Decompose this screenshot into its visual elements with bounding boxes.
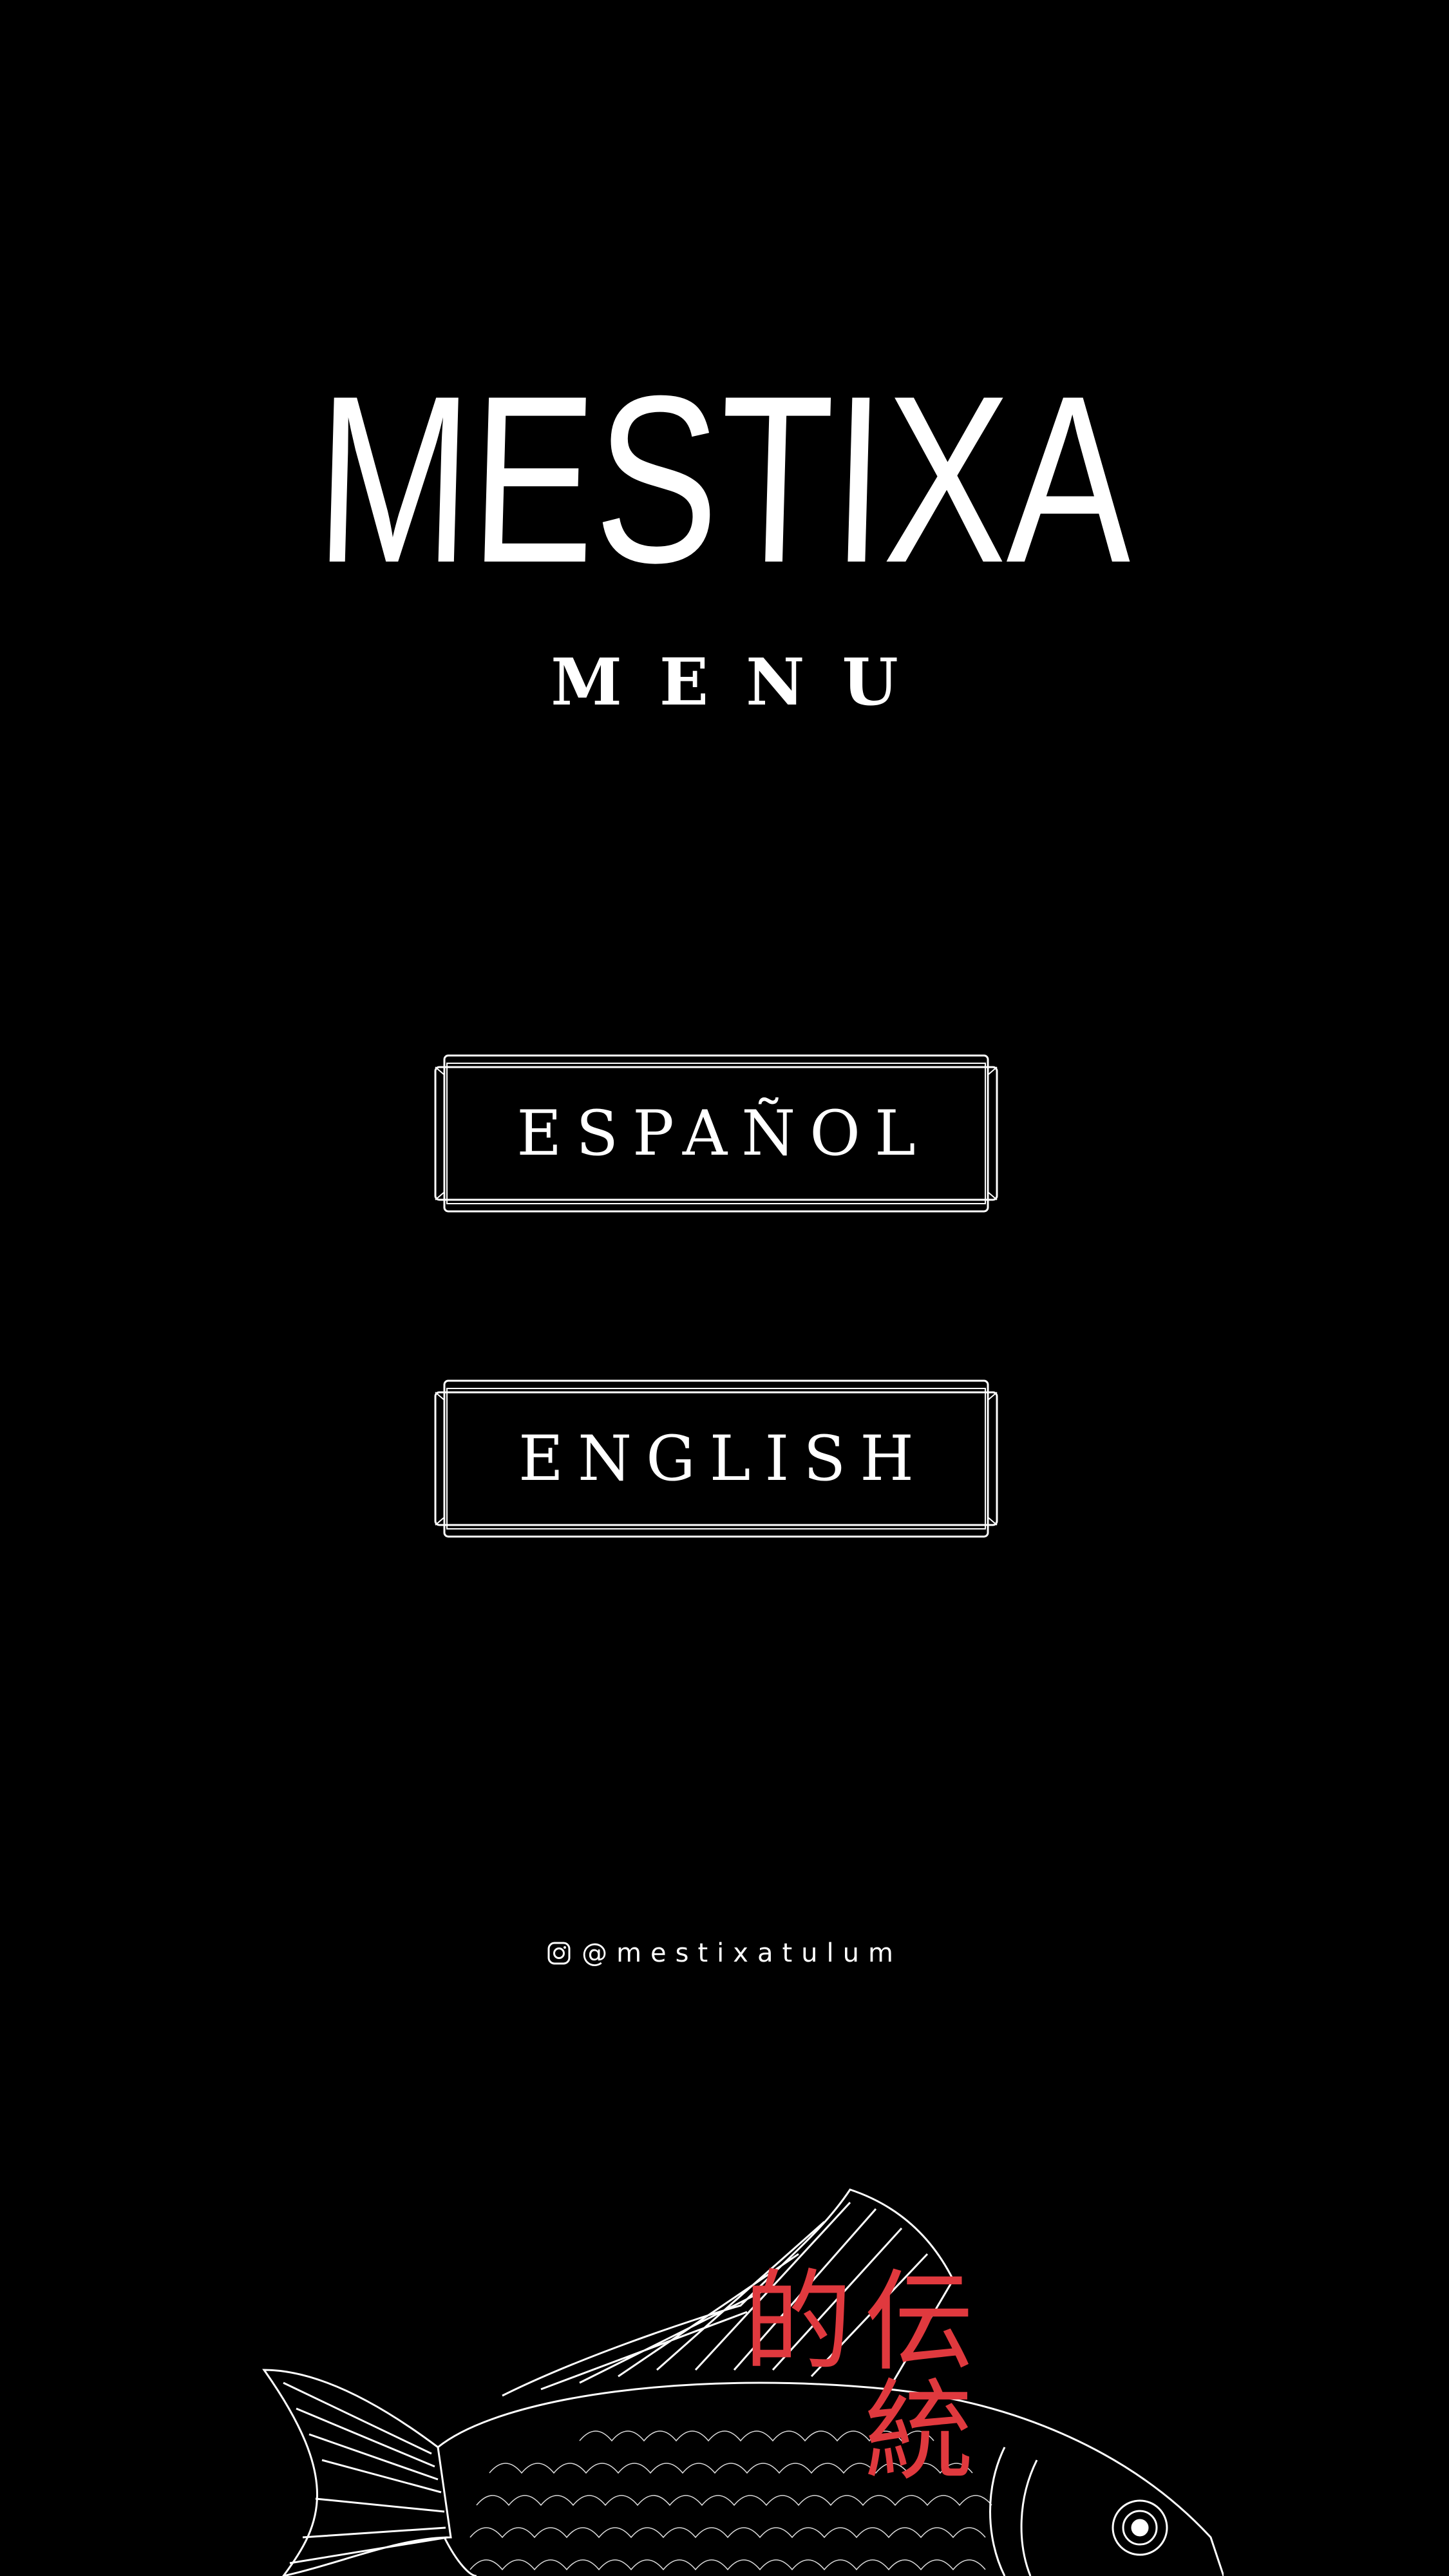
english-menu-button[interactable]: ENGLISH: [433, 1378, 999, 1539]
spanish-menu-label: ESPAÑOL: [516, 1097, 930, 1170]
english-menu-label: ENGLISH: [518, 1423, 928, 1495]
instagram-icon: [547, 1942, 571, 1965]
carp-fish-illustration: [262, 2188, 1224, 2576]
page-title: MENU: [551, 644, 936, 720]
instagram-handle: @mestixatulum: [582, 1938, 902, 1968]
kanji-decoration: 伝統的: [724, 2264, 972, 2483]
spanish-menu-button[interactable]: ESPAÑOL: [433, 1053, 999, 1214]
instagram-link[interactable]: @mestixatulum: [0, 1938, 1449, 1968]
brand-logo: MESTIXA: [312, 346, 1137, 612]
